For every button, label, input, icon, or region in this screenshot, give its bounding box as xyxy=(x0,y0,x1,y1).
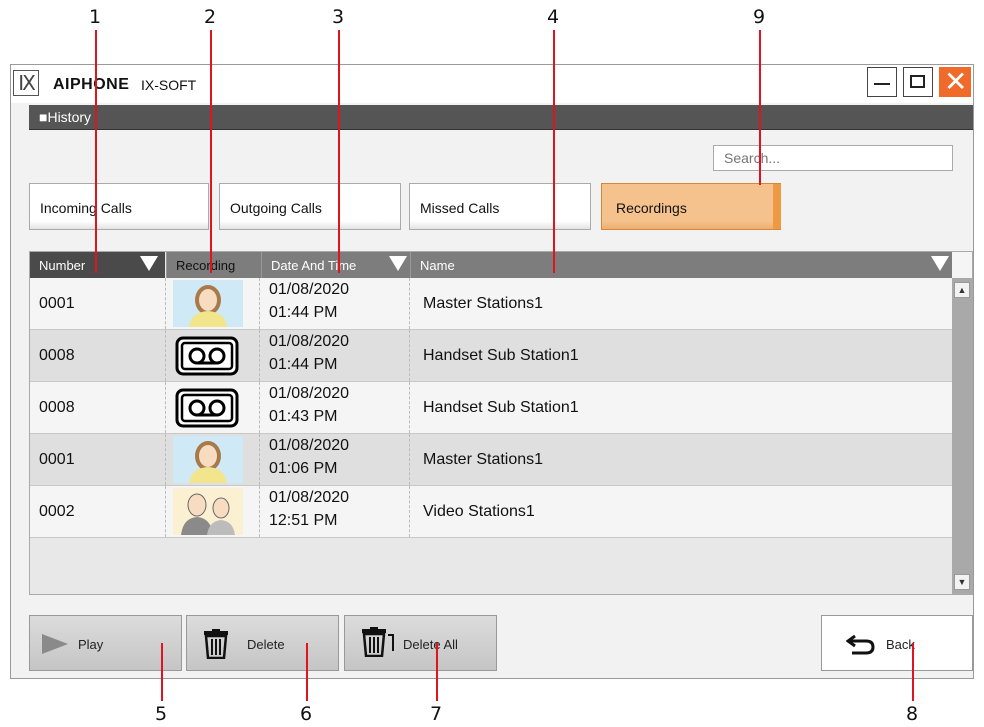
delete-all-button[interactable]: Delete All xyxy=(344,615,497,671)
play-label: Play xyxy=(78,637,104,652)
callout-8: 8 xyxy=(906,703,919,725)
couple-avatar-icon xyxy=(173,488,243,535)
callout-1: 1 xyxy=(89,6,102,28)
ix-logo-icon: IX xyxy=(13,70,39,96)
callout-9: 9 xyxy=(753,6,766,28)
table-row[interactable]: 0002 01/08/2020 12:51 PM Video Stations1 xyxy=(30,486,952,538)
play-button[interactable]: Play xyxy=(29,615,182,671)
callout-line xyxy=(210,30,212,273)
female-avatar-icon xyxy=(173,280,243,327)
number-cell: 0001 xyxy=(39,451,75,468)
back-button[interactable]: Back xyxy=(821,615,973,671)
minimize-button[interactable] xyxy=(867,67,897,97)
maximize-button[interactable] xyxy=(903,67,933,97)
column-header-recording[interactable]: Recording xyxy=(166,252,261,278)
number-cell: 0002 xyxy=(39,503,75,520)
voicemail-tape-icon xyxy=(175,388,239,428)
delete-all-label: Delete All xyxy=(403,637,458,652)
table-row[interactable]: 0001 01/08/2020 01:44 PM Master Stations1 xyxy=(30,278,952,330)
column-label: Name xyxy=(420,258,455,273)
tab-label: Outgoing Calls xyxy=(230,200,322,216)
maximize-icon xyxy=(910,75,925,88)
search-input[interactable] xyxy=(713,145,953,171)
section-header: ■History xyxy=(29,105,973,130)
callout-7: 7 xyxy=(430,703,443,725)
trash-all-icon xyxy=(362,627,394,657)
close-icon: ✕ xyxy=(944,65,968,98)
sort-arrow-icon[interactable] xyxy=(140,256,158,271)
section-title: ■History xyxy=(39,109,92,125)
date-cell: 01/08/2020 xyxy=(269,333,350,350)
delete-button[interactable]: Delete xyxy=(186,615,339,671)
vertical-scrollbar[interactable]: ▲ ▼ xyxy=(952,252,972,594)
date-cell: 01/08/2020 xyxy=(269,385,350,402)
history-table: Number Recording Date And Time Name 0001 xyxy=(29,251,973,595)
title-bar: IX AIPHONE IX-SOFT ✕ xyxy=(11,65,973,103)
callout-line xyxy=(912,643,914,701)
name-cell: Handset Sub Station1 xyxy=(423,347,579,364)
play-icon xyxy=(42,634,68,654)
callout-line xyxy=(95,30,97,273)
number-cell: 0008 xyxy=(39,399,75,416)
tab-label: Missed Calls xyxy=(420,200,500,216)
time-cell: 01:44 PM xyxy=(269,304,338,321)
table-row[interactable]: 0008 01/08/2020 01:44 PM Handset Sub Stat… xyxy=(30,330,952,382)
delete-label: Delete xyxy=(247,637,285,652)
tab-label: Incoming Calls xyxy=(40,200,132,216)
callout-3: 3 xyxy=(332,6,345,28)
trash-icon xyxy=(204,629,228,659)
time-cell: 01:44 PM xyxy=(269,356,338,373)
tab-recordings[interactable]: Recordings xyxy=(601,183,781,230)
column-header-name[interactable]: Name xyxy=(410,252,953,278)
callout-2: 2 xyxy=(204,6,217,28)
date-cell: 01/08/2020 xyxy=(269,281,350,298)
number-cell: 0001 xyxy=(39,295,75,312)
time-cell: 12:51 PM xyxy=(269,512,338,529)
table-row[interactable]: 0001 01/08/2020 01:06 PM Master Stations1 xyxy=(30,434,952,486)
tab-label: Recordings xyxy=(616,200,687,216)
voicemail-tape-icon xyxy=(175,336,239,376)
product-name: IX-SOFT xyxy=(141,77,197,93)
time-cell: 01:06 PM xyxy=(269,460,338,477)
callout-line xyxy=(759,30,761,185)
number-cell: 0008 xyxy=(39,347,75,364)
brand-name: AIPHONE xyxy=(53,76,130,93)
table-row[interactable]: 0008 01/08/2020 01:43 PM Handset Sub Stat… xyxy=(30,382,952,434)
callout-4: 4 xyxy=(547,6,560,28)
date-cell: 01/08/2020 xyxy=(269,489,350,506)
column-label: Date And Time xyxy=(271,258,357,273)
name-cell: Video Stations1 xyxy=(423,503,535,520)
callout-5: 5 xyxy=(155,703,168,725)
back-label: Back xyxy=(886,637,915,652)
sort-arrow-icon[interactable] xyxy=(389,256,407,271)
column-label: Number xyxy=(39,258,86,273)
name-cell: Master Stations1 xyxy=(423,295,544,312)
name-cell: Master Stations1 xyxy=(423,451,544,468)
minimize-icon xyxy=(874,83,890,85)
column-header-date-time[interactable]: Date And Time xyxy=(261,252,410,278)
callout-line xyxy=(436,643,438,701)
column-header-number[interactable]: Number xyxy=(30,252,165,278)
app-window: IX AIPHONE IX-SOFT ✕ ■History Incoming C… xyxy=(10,64,974,679)
back-arrow-icon xyxy=(846,634,875,655)
callout-line xyxy=(553,30,555,273)
female-avatar-icon xyxy=(173,436,243,483)
tab-outgoing-calls[interactable]: Outgoing Calls xyxy=(219,183,401,230)
time-cell: 01:43 PM xyxy=(269,408,338,425)
callout-line xyxy=(161,643,163,701)
date-cell: 01/08/2020 xyxy=(269,437,350,454)
close-button[interactable]: ✕ xyxy=(939,65,971,98)
tab-incoming-calls[interactable]: Incoming Calls xyxy=(29,183,209,230)
callout-line xyxy=(306,643,308,701)
scroll-up-icon[interactable]: ▲ xyxy=(954,282,970,298)
column-label: Recording xyxy=(176,258,236,273)
name-cell: Handset Sub Station1 xyxy=(423,399,579,416)
scroll-down-icon[interactable]: ▼ xyxy=(954,574,970,590)
callout-6: 6 xyxy=(300,703,313,725)
sort-arrow-icon[interactable] xyxy=(931,256,949,271)
callout-line xyxy=(338,30,340,273)
tab-missed-calls[interactable]: Missed Calls xyxy=(409,183,591,230)
